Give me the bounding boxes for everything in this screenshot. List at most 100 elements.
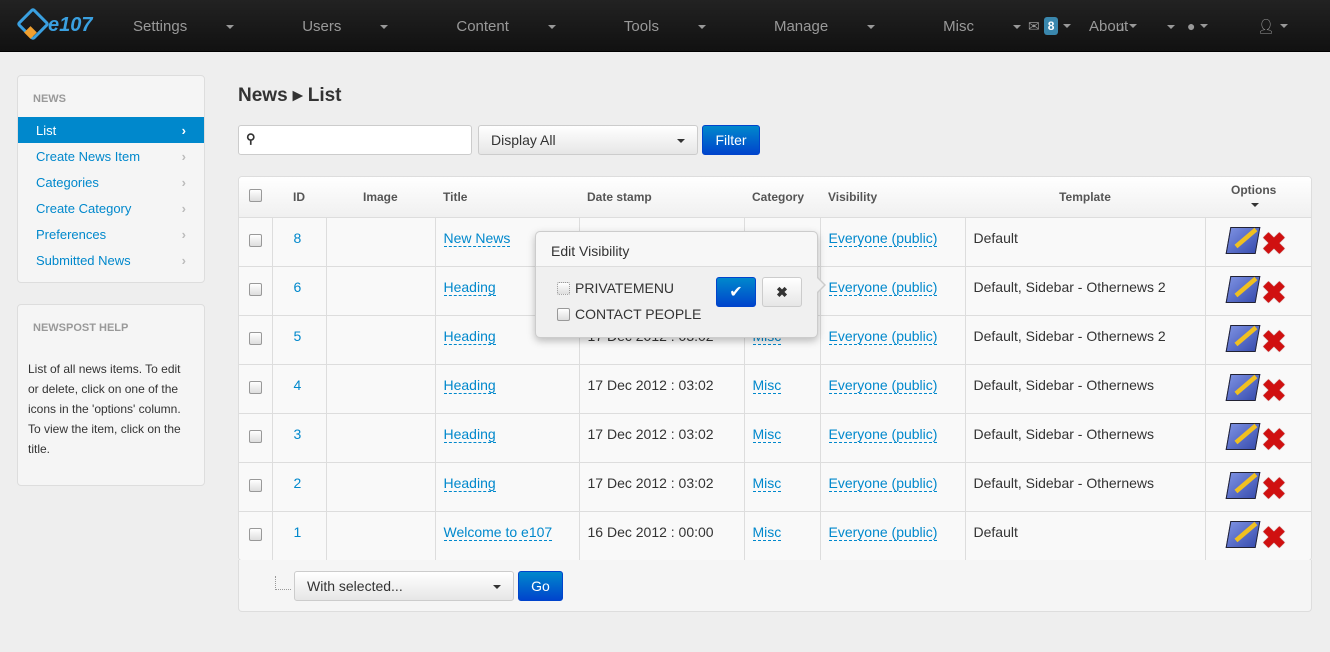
sidebar-item-create-news-item[interactable]: Create News Item › [18,143,204,169]
row-checkbox[interactable] [248,331,262,345]
go-button[interactable]: Go [518,571,563,601]
delete-icon[interactable]: ✖ [1261,327,1286,357]
nav-content[interactable]: Content [456,18,590,35]
caret-down-icon [1013,24,1021,29]
search-input[interactable]: ⚲ [238,125,472,155]
row-template: Default, Sidebar - Othernews 2 [964,314,1205,364]
delete-icon[interactable]: ✖ [1261,523,1286,553]
edit-icon[interactable] [1225,226,1260,254]
nav-manage[interactable]: Manage [774,18,909,35]
sidebar-item-label: Create Category [36,200,132,216]
col-image[interactable]: Image [326,177,435,218]
row-visibility[interactable]: Everyone (public) [828,474,938,492]
sidebar-item-label: Categories [36,174,99,190]
user-menu[interactable]: 👤︎ [1257,0,1288,52]
options-dropdown-icon[interactable] [1251,202,1259,207]
row-id[interactable]: 5 [294,328,302,344]
row-title[interactable]: Heading [443,278,496,296]
col-date[interactable]: Date stamp [579,177,744,218]
display-select[interactable]: Display All [478,125,698,155]
delete-icon[interactable]: ✖ [1261,376,1286,406]
option-contact-people[interactable]: CONTACT PEOPLE [557,306,701,322]
row-template: Default [964,216,1205,266]
delete-icon[interactable]: ✖ [1261,278,1286,308]
edit-icon[interactable] [1225,373,1260,401]
row-category[interactable]: Misc [752,523,782,541]
row-checkbox[interactable] [248,478,262,492]
row-template: Default, Sidebar - Othernews [964,412,1205,462]
delete-icon[interactable]: ✖ [1261,425,1286,455]
nav-users[interactable]: Users [302,18,422,35]
row-title[interactable]: New News [443,229,511,247]
filter-button[interactable]: Filter [702,125,760,155]
check-icon: ✔ [729,284,743,301]
col-template[interactable]: Template [965,177,1205,218]
edit-icon[interactable] [1225,275,1260,303]
row-checkbox[interactable] [248,233,262,247]
messages-menu[interactable]: ✉ 8 [1028,0,1072,52]
e107-logo[interactable]: e107 [16,8,93,42]
row-id[interactable]: 1 [294,524,302,540]
row-category[interactable]: Misc [752,474,782,492]
col-title[interactable]: Title [435,177,579,218]
edit-icon[interactable] [1225,471,1260,499]
row-id[interactable]: 6 [294,279,302,295]
nav-tools[interactable]: Tools [624,18,740,35]
row-checkbox[interactable] [248,527,262,541]
chevron-right-icon: › [181,174,186,190]
row-title[interactable]: Heading [443,474,496,492]
select-all-checkbox[interactable] [249,188,262,202]
nav-settings[interactable]: Settings [133,18,268,35]
row-visibility[interactable]: Everyone (public) [828,278,938,296]
search-icon: ⚲ [246,131,256,146]
delete-icon[interactable]: ✖ [1261,474,1286,504]
sidebar-item-submitted-news[interactable]: Submitted News › [18,247,204,273]
col-options[interactable]: Options [1205,177,1311,218]
page-title: News ▸ List [238,85,342,106]
row-title[interactable]: Welcome to e107 [443,523,553,541]
row-title[interactable]: Heading [443,327,496,345]
col-category[interactable]: Category [744,177,820,218]
delete-icon[interactable]: ✖ [1261,229,1286,259]
sidebar-item-create-category[interactable]: Create Category › [18,195,204,221]
sidebar-item-preferences[interactable]: Preferences › [18,221,204,247]
sidebar-item-list[interactable]: List › [18,117,204,143]
row-id[interactable]: 8 [294,230,302,246]
caret-down-icon [380,24,389,29]
table-row: 4 Heading 17 Dec 2012 : 03:02 Misc Every… [239,363,1311,413]
row-visibility[interactable]: Everyone (public) [828,229,938,247]
row-id[interactable]: 4 [294,377,302,393]
edit-icon[interactable] [1225,520,1260,548]
envelope-icon: ✉ [1028,17,1040,34]
row-checkbox[interactable] [248,380,262,394]
option-privatemenu[interactable]: PRIVATEMENU [557,280,674,296]
language-menu[interactable]: ● [1187,0,1209,52]
row-category[interactable]: Misc [752,376,782,394]
row-id[interactable]: 3 [294,426,302,442]
row-visibility[interactable]: Everyone (public) [828,425,938,443]
row-title[interactable]: Heading [443,376,496,394]
confirm-button[interactable]: ✔ [716,277,756,307]
row-visibility[interactable]: Everyone (public) [828,376,938,394]
caret-down-icon [867,24,876,29]
row-visibility[interactable]: Everyone (public) [828,523,938,541]
row-date: 17 Dec 2012 : 03:02 [578,461,744,511]
row-date: 17 Dec 2012 : 03:02 [578,412,744,462]
home-menu[interactable]: ⌂ [1116,0,1138,52]
cancel-button[interactable]: ✖ [762,277,802,307]
row-visibility[interactable]: Everyone (public) [828,327,938,345]
row-title[interactable]: Heading [443,425,496,443]
col-id[interactable]: ID [272,177,326,218]
table-row: 2 Heading 17 Dec 2012 : 03:02 Misc Every… [239,461,1311,511]
sidebar-item-categories[interactable]: Categories › [18,169,204,195]
row-checkbox[interactable] [248,282,262,296]
col-visibility[interactable]: Visibility [820,177,965,218]
row-template: Default [964,510,1205,560]
with-selected-select[interactable]: With selected... [294,571,514,601]
home-icon: ⌂ [1116,18,1125,34]
edit-icon[interactable] [1225,324,1260,352]
row-id[interactable]: 2 [294,475,302,491]
edit-icon[interactable] [1225,422,1260,450]
row-category[interactable]: Misc [752,425,782,443]
row-checkbox[interactable] [248,429,262,443]
